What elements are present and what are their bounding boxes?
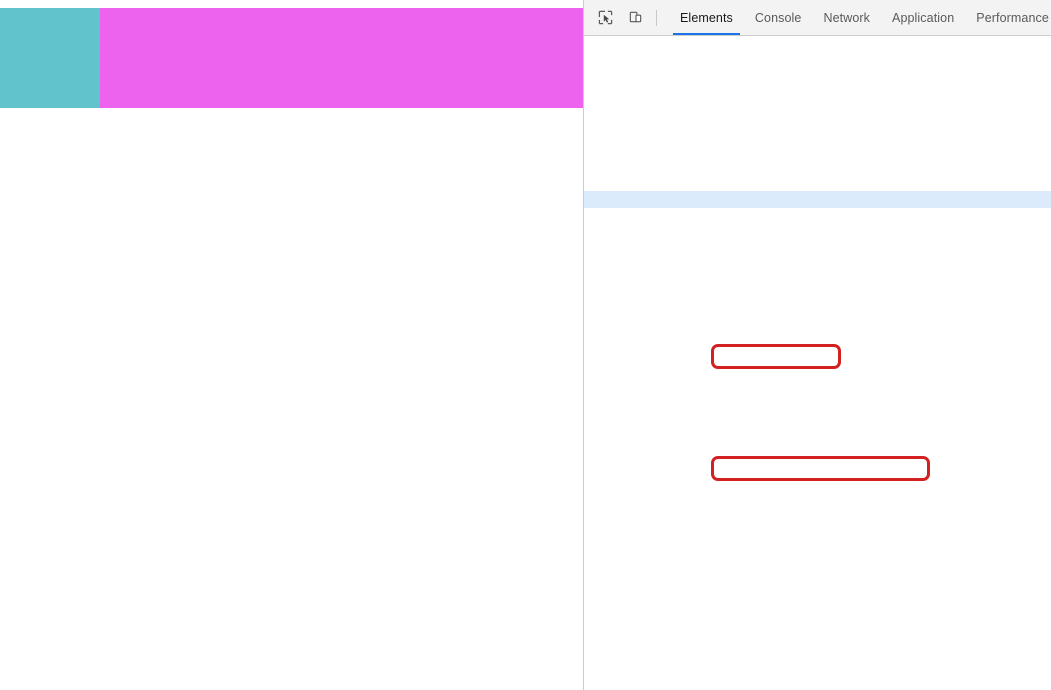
dom-line-doctype: <!DOCTYPE html> (584, 107, 1051, 124)
tab-application[interactable]: Application (881, 0, 965, 35)
left-div-box (0, 8, 100, 108)
inspect-element-icon[interactable] (594, 7, 616, 29)
devtools-toolbar-icons (584, 0, 669, 35)
devtools-tab-bar: Elements Console Network Application Per… (669, 0, 1051, 35)
dom-line-title[interactable]: <title>Document</title> (584, 527, 1051, 544)
toolbar-divider (656, 9, 657, 26)
rendered-boxes (0, 8, 583, 108)
dom-line-head[interactable]: ▼ <head> (584, 275, 1051, 292)
dom-line-meta-viewport[interactable]: <meta name="viewport" content="width=dev… (584, 443, 1051, 460)
right-div-box (100, 8, 583, 108)
tab-performance[interactable]: Performance (965, 0, 1051, 35)
tab-elements[interactable]: Elements (669, 0, 744, 35)
dom-tree-view[interactable]: <!DOCTYPE html> ···<html lang="en"> == $… (584, 36, 1051, 690)
device-toolbar-icon[interactable] (624, 7, 646, 29)
dom-line-meta-charset[interactable]: <meta charset="UTF-8"> (584, 359, 1051, 376)
browser-viewport (0, 0, 583, 690)
dom-line-html[interactable]: ···<html lang="en"> == $0 (584, 191, 1051, 208)
tab-console[interactable]: Console (744, 0, 813, 35)
devtools-panel: Elements Console Network Application Per… (583, 0, 1051, 690)
tab-network[interactable]: Network (812, 0, 881, 35)
devtools-toolbar: Elements Console Network Application Per… (584, 0, 1051, 36)
dom-line-style-open[interactable]: ▼ <style> (584, 611, 1051, 628)
screen-root: Elements Console Network Application Per… (0, 0, 1051, 690)
